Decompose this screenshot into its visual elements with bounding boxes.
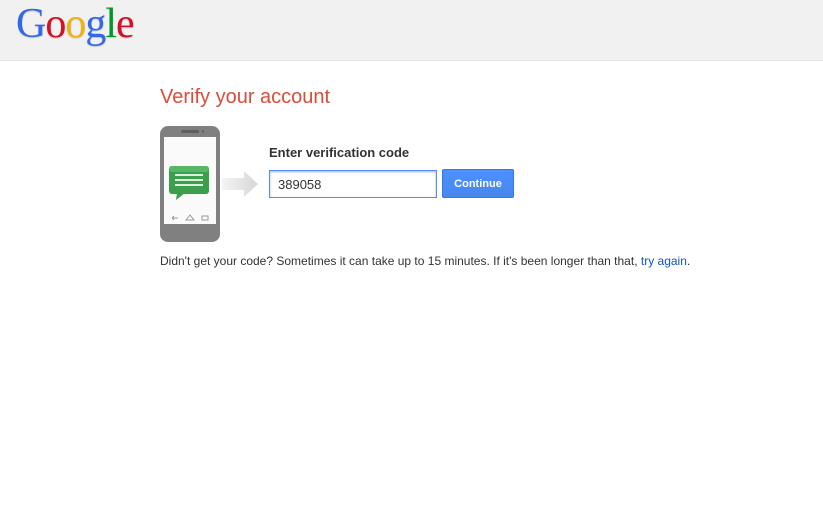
try-again-link[interactable]: try again [641, 254, 687, 268]
help-text: Didn't get your code? Sometimes it can t… [160, 254, 690, 268]
verification-code-input[interactable] [269, 170, 437, 198]
help-message: Didn't get your code? Sometimes it can t… [160, 254, 641, 268]
smartphone-icon [160, 126, 220, 242]
logo-letter: g [85, 1, 106, 47]
logo-letter: G [16, 1, 46, 47]
logo-letter: o [45, 1, 66, 47]
logo-letter: e [116, 1, 135, 47]
google-logo[interactable]: Google [16, 1, 135, 47]
page-title: Verify your account [160, 86, 331, 108]
continue-button[interactable]: Continue [442, 169, 514, 198]
verification-code-label: Enter verification code [269, 145, 410, 160]
logo-letter: o [65, 1, 86, 47]
help-suffix: . [686, 254, 691, 268]
logo-letter: l [105, 1, 117, 47]
arrow-right-icon [222, 171, 258, 197]
top-bar: Google [0, 0, 823, 61]
